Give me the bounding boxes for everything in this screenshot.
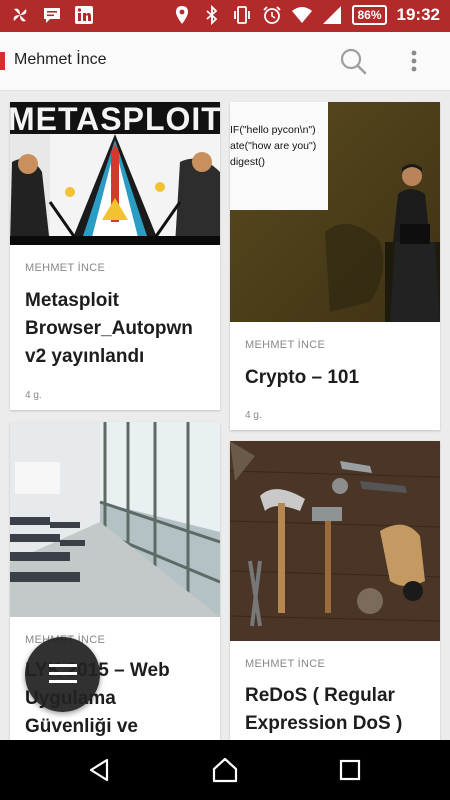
menu-fab[interactable] xyxy=(25,637,100,712)
signal-icon xyxy=(323,6,342,24)
article-title[interactable]: Crypto – 101 xyxy=(245,364,425,392)
slide-text: IF("hello pycon\n") ate("how are you") d… xyxy=(230,122,328,170)
more-vert-icon[interactable] xyxy=(402,48,426,74)
article-title[interactable]: ReDoS ( Regular Expression DoS ) xyxy=(245,682,425,738)
article-card[interactable]: METASPLOIT MEHMET İNCE Metasploit Browse… xyxy=(10,102,220,410)
message-icon xyxy=(44,8,60,23)
back-icon[interactable] xyxy=(85,755,115,785)
search-icon[interactable] xyxy=(338,46,368,76)
clock: 19:32 xyxy=(396,5,440,24)
vibrate-icon xyxy=(234,6,251,24)
slide-line: IF("hello pycon\n") xyxy=(230,124,316,136)
svg-text:METASPLOIT: METASPLOIT xyxy=(10,102,220,137)
alarm-icon xyxy=(263,6,282,24)
article-age: 4 g. xyxy=(245,410,262,421)
wifi-icon xyxy=(292,7,313,23)
article-author: MEHMET İNCE xyxy=(25,262,106,274)
slide-line: digest() xyxy=(230,156,266,168)
page-title: Mehmet İnce xyxy=(14,51,107,68)
article-author: MEHMET İNCE xyxy=(245,658,326,670)
hamburger-menu-icon xyxy=(49,664,77,683)
article-image-classroom xyxy=(10,422,220,617)
status-bar: 86% 19:32 xyxy=(0,0,450,32)
article-image-tools xyxy=(230,441,440,641)
app-toolbar: Mehmet İnce xyxy=(0,32,450,91)
home-icon[interactable] xyxy=(210,755,240,785)
article-age: 4 g. xyxy=(25,390,42,401)
article-image-metasploit: METASPLOIT xyxy=(10,102,220,245)
article-card[interactable]: MEHMET İNCE ReDoS ( Regular Expression D… xyxy=(230,441,440,752)
article-card[interactable]: IF("hello pycon\n") ate("how are you") d… xyxy=(230,102,440,430)
accent-bar xyxy=(0,52,5,70)
system-nav-bar xyxy=(0,740,450,800)
linkedin-icon xyxy=(75,6,93,24)
article-title[interactable]: Metasploit Browser_Autopwn v2 yayınlandı xyxy=(25,287,205,371)
battery-indicator: 86% xyxy=(352,5,387,25)
pinwheel-icon xyxy=(13,8,27,22)
location-icon xyxy=(176,6,189,24)
slide-line: ate("how are you") xyxy=(230,140,317,152)
bluetooth-icon xyxy=(206,5,218,25)
article-author: MEHMET İNCE xyxy=(245,339,326,351)
recents-icon[interactable] xyxy=(335,755,365,785)
